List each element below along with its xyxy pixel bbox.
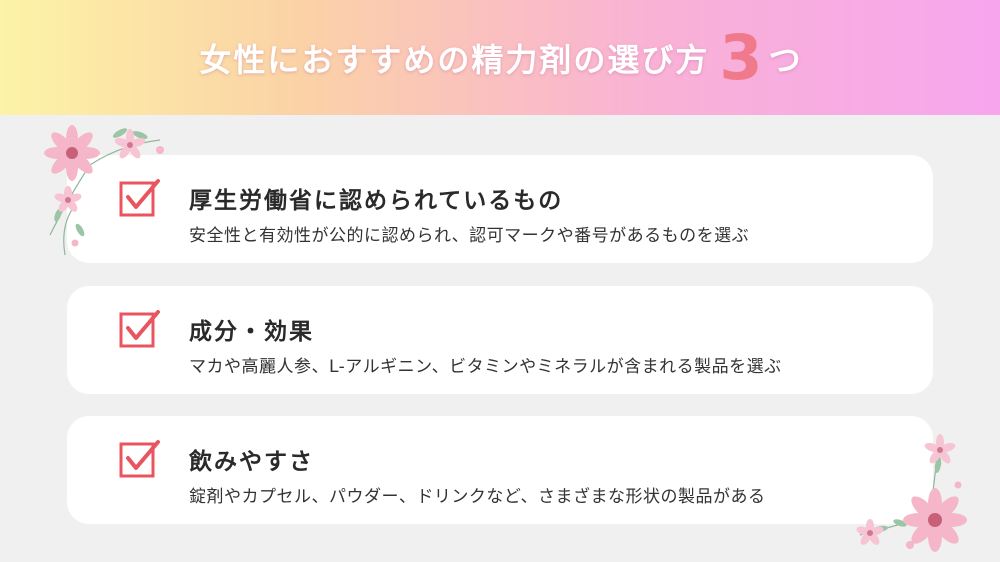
criteria-description-1: 安全性と有効性が公的に認められ、認可マークや番号があるものを選ぶ [189,226,750,246]
criteria-card-1: 厚生労働省に認められているもの 安全性と有効性が公的に認められ、認可マークや番号… [67,155,933,263]
title-suffix: つ [768,41,801,79]
checkbox-checked-icon [119,310,160,348]
page-title: 女性におすすめの精力剤の選び方 3 つ [0,18,1000,98]
flower-decoration-bottom-right [856,434,967,552]
criteria-description-2: マカや高麗人参、L-アルギニン、ビタミンやミネラルが含まれる製品を選ぶ [189,357,782,377]
criteria-title-2: 成分・効果 [189,319,314,345]
criteria-card-2: 成分・効果 マカや高麗人参、L-アルギニン、ビタミンやミネラルが含まれる製品を選… [67,286,933,394]
criteria-title-3: 飲みやすさ [189,449,314,475]
title-main: 女性におすすめの精力剤の選び方 [199,41,710,79]
flower-decoration-top-left [44,125,164,256]
criteria-description-3: 錠剤やカプセル、パウダー、ドリンクなど、さまざまな形状の製品がある [189,487,766,507]
criteria-title-1: 厚生労働省に認められているもの [189,188,564,214]
checkbox-checked-icon [119,440,160,478]
criteria-card-3: 飲みやすさ 錠剤やカプセル、パウダー、ドリンクなど、さまざまな形状の製品がある [67,416,933,524]
title-number: 3 [719,21,763,94]
